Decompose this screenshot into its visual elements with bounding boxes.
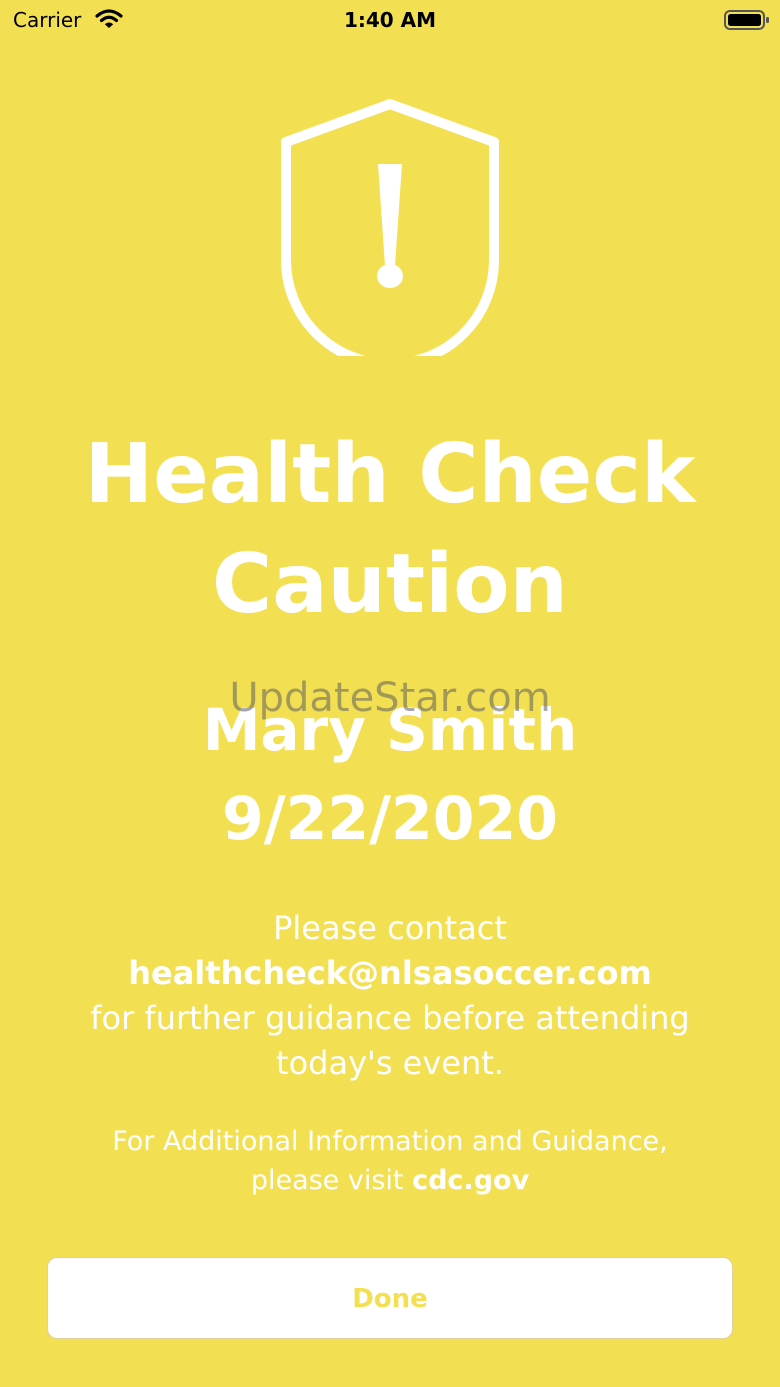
page-title: Health Check Caution [40, 420, 740, 640]
message-line-4: today's event. [276, 1044, 504, 1082]
watermark-text: UpdateStar.com [229, 675, 551, 721]
contact-email-link[interactable]: healthcheck@nlsasoccer.com [128, 954, 652, 992]
battery-icon [724, 10, 769, 30]
message-line-3: for further guidance before attending [90, 999, 690, 1037]
clock-time: 1:40 AM [343, 8, 437, 32]
check-date: 9/22/2020 [221, 784, 559, 854]
title-line-2: Caution [212, 537, 568, 632]
info-line-1: For Additional Information and Guidance, [112, 1126, 668, 1157]
title-line-1: Health Check [84, 427, 696, 522]
cdc-link[interactable]: cdc.gov [412, 1165, 529, 1196]
status-bar: Carrier 1:40 AM [0, 0, 780, 40]
done-button[interactable]: Done [47, 1257, 733, 1339]
additional-info: For Additional Information and Guidance,… [40, 1122, 740, 1200]
guidance-message: Please contact healthcheck@nlsasoccer.co… [40, 906, 740, 1086]
info-prefix: please visit [250, 1165, 413, 1196]
message-line-1: Please contact [273, 909, 507, 947]
caution-shield-icon [281, 99, 499, 356]
